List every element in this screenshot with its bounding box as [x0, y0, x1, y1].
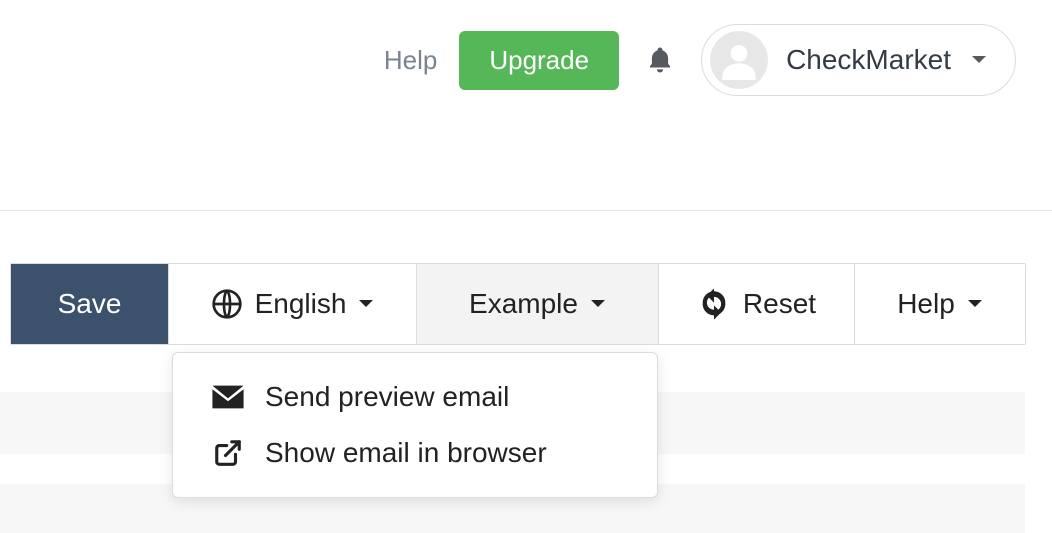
caret-down-icon	[967, 299, 983, 309]
header-divider	[0, 210, 1052, 211]
top-header: Help Upgrade CheckMarket	[0, 0, 1052, 102]
bell-icon	[645, 43, 675, 77]
envelope-icon	[211, 384, 245, 410]
caret-down-icon	[358, 299, 374, 309]
account-menu[interactable]: CheckMarket	[701, 24, 1016, 96]
caret-down-icon	[590, 299, 606, 309]
show-email-in-browser-item[interactable]: Show email in browser	[173, 425, 657, 481]
notifications-button[interactable]	[641, 43, 679, 77]
editor-toolbar: Save English Example Reset Help	[10, 263, 1026, 345]
save-label: Save	[58, 288, 122, 320]
avatar	[710, 31, 768, 89]
help-dropdown[interactable]: Help	[855, 264, 1025, 344]
send-preview-email-item[interactable]: Send preview email	[173, 369, 657, 425]
language-dropdown[interactable]: English	[169, 264, 417, 344]
globe-icon	[211, 288, 243, 320]
example-label: Example	[469, 288, 578, 320]
external-link-icon	[211, 438, 245, 468]
help-label: Help	[897, 288, 955, 320]
account-name: CheckMarket	[786, 44, 951, 76]
reset-label: Reset	[743, 288, 816, 320]
reset-button[interactable]: Reset	[659, 264, 855, 344]
caret-down-icon	[971, 55, 987, 65]
upgrade-button[interactable]: Upgrade	[459, 31, 619, 90]
example-dropdown-menu: Send preview email Show email in browser	[172, 352, 658, 498]
language-label: English	[255, 288, 347, 320]
example-dropdown[interactable]: Example	[417, 264, 659, 344]
menu-item-label: Show email in browser	[265, 437, 547, 469]
save-button[interactable]: Save	[11, 264, 169, 344]
menu-item-label: Send preview email	[265, 381, 509, 413]
help-link[interactable]: Help	[384, 45, 437, 76]
refresh-icon	[697, 287, 731, 321]
